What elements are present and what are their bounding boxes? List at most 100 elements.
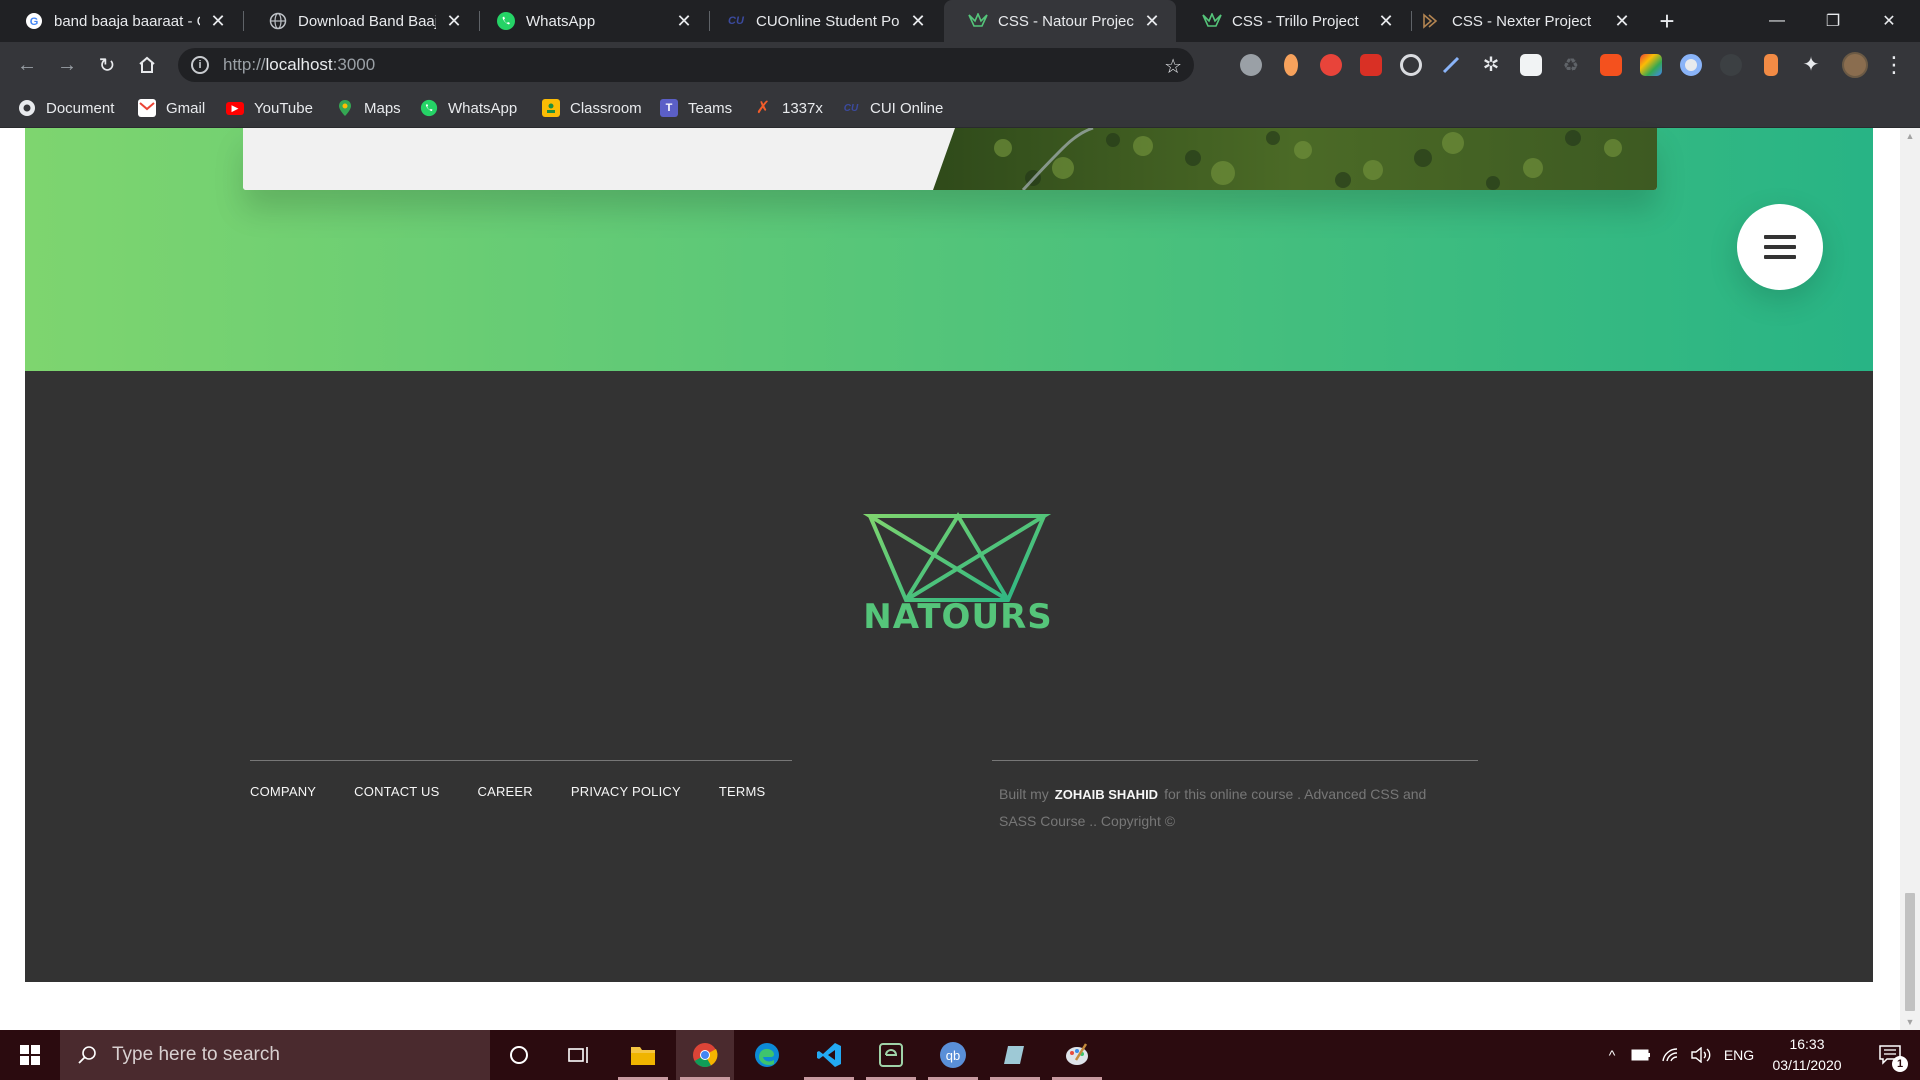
extension-icon[interactable] xyxy=(1520,54,1542,76)
language-label: ENG xyxy=(1723,1047,1755,1063)
tab-whatsapp[interactable]: WhatsApp ✕ xyxy=(472,0,708,42)
notes-button[interactable] xyxy=(986,1030,1044,1080)
recycle-icon[interactable]: ♻ xyxy=(1560,54,1582,76)
close-icon[interactable]: ✕ xyxy=(1142,11,1162,31)
scroll-up-icon[interactable]: ▲ xyxy=(1900,128,1920,144)
task-view-button[interactable] xyxy=(550,1030,608,1080)
puzzle-icon[interactable]: ✦ xyxy=(1800,54,1822,76)
address-bar[interactable]: i http://localhost:3000 ☆ xyxy=(178,48,1194,82)
tab-trillo-project[interactable]: CSS - Trillo Project ✕ xyxy=(1178,0,1410,42)
scrollbar-thumb[interactable] xyxy=(1905,893,1915,1011)
cu-icon: CU xyxy=(728,15,744,27)
bookmark-label: 1337x xyxy=(782,99,823,117)
close-window-button[interactable]: ✕ xyxy=(1862,0,1916,42)
url-port: :3000 xyxy=(332,55,376,74)
navigation-menu-button[interactable] xyxy=(1737,204,1823,290)
extension-icon[interactable] xyxy=(1360,54,1382,76)
page-scrollbar[interactable]: ▲ ▼ xyxy=(1900,128,1920,1030)
bookmark-label: WhatsApp xyxy=(448,99,518,117)
taskbar-search-box[interactable]: Type here to search xyxy=(60,1030,490,1080)
footer-link-terms[interactable]: Terms xyxy=(719,784,766,799)
search-icon xyxy=(76,1044,98,1066)
minimize-label: — xyxy=(1769,12,1785,29)
app-button[interactable] xyxy=(862,1030,920,1080)
bookmark-youtube[interactable]: ▶ YouTube xyxy=(226,96,313,120)
extension-icon[interactable] xyxy=(1400,54,1422,76)
tab-title: WhatsApp xyxy=(526,12,596,30)
extension-icon[interactable] xyxy=(1600,54,1622,76)
extension-icon[interactable] xyxy=(1764,54,1778,76)
close-icon[interactable]: ✕ xyxy=(1612,11,1632,31)
close-icon[interactable]: ✕ xyxy=(674,11,694,31)
feature-card xyxy=(243,128,1657,190)
tab-download-band-baaja[interactable]: Download Band Baaja ✕ xyxy=(244,0,478,42)
tab-natour-project[interactable]: CSS - Natour Project ✕ xyxy=(944,0,1176,42)
menu-dots-icon[interactable]: ⋮ xyxy=(1883,52,1905,78)
cortana-button[interactable] xyxy=(490,1030,548,1080)
bookmark-cui-online[interactable]: CU CUI Online xyxy=(842,96,944,120)
extension-icon[interactable] xyxy=(1240,54,1262,76)
bookmark-1337x[interactable]: ✗ 1337x xyxy=(754,96,823,120)
forward-button[interactable]: → xyxy=(52,50,82,80)
paint-button[interactable] xyxy=(1048,1030,1106,1080)
extension-icon[interactable] xyxy=(1640,54,1662,76)
bookmark-classroom[interactable]: Classroom xyxy=(542,96,642,120)
tab-title: CSS - Natour Project xyxy=(998,12,1134,30)
show-hidden-icons-button[interactable]: ^ xyxy=(1600,1030,1624,1080)
extension-icon[interactable] xyxy=(1680,54,1702,76)
star-icon[interactable]: ☆ xyxy=(1164,54,1182,79)
new-tab-button[interactable]: + xyxy=(1652,6,1682,36)
task-view-icon xyxy=(568,1047,588,1063)
battery-icon[interactable] xyxy=(1628,1030,1654,1080)
footer-link-privacy-policy[interactable]: Privacy policy xyxy=(571,784,681,799)
footer-link-career[interactable]: Career xyxy=(477,784,532,799)
bookmark-whatsapp[interactable]: WhatsApp xyxy=(420,96,517,120)
chevron-up-icon: ^ xyxy=(1608,1047,1616,1063)
close-icon[interactable]: ✕ xyxy=(1376,11,1396,31)
footer-link-company[interactable]: Company xyxy=(250,784,316,799)
home-button[interactable] xyxy=(132,50,162,80)
system-clock[interactable]: 16:33 03/11/2020 xyxy=(1752,1034,1862,1076)
tab-band-baaja-search[interactable]: G band baaja baaraat - G ✕ xyxy=(0,0,242,42)
start-button[interactable] xyxy=(0,1030,60,1080)
bookmark-gmail[interactable]: Gmail xyxy=(138,96,205,120)
footer-link-contact-us[interactable]: Contact us xyxy=(354,784,439,799)
bookmark-teams[interactable]: T Teams xyxy=(660,96,732,120)
back-button[interactable]: ← xyxy=(12,50,42,80)
extension-icon[interactable] xyxy=(1284,54,1298,76)
avatar[interactable] xyxy=(1842,52,1868,78)
maps-icon xyxy=(336,99,354,117)
extension-icon[interactable] xyxy=(1320,54,1342,76)
close-icon[interactable]: ✕ xyxy=(208,11,228,31)
edge-button[interactable] xyxy=(738,1030,796,1080)
vscode-button[interactable] xyxy=(800,1030,858,1080)
info-icon[interactable]: i xyxy=(191,56,209,74)
action-center-button[interactable]: 1 xyxy=(1866,1030,1914,1080)
extension-icon[interactable] xyxy=(1440,54,1462,76)
bookmark-label: Teams xyxy=(688,99,733,117)
extension-icon[interactable] xyxy=(1720,54,1742,76)
file-explorer-button[interactable] xyxy=(614,1030,672,1080)
paint-icon xyxy=(1066,1043,1088,1065)
page-viewport: NATOURS Company Contact us Career Privac… xyxy=(0,128,1920,1030)
forest-image xyxy=(243,128,1657,190)
minimize-button[interactable]: — xyxy=(1750,0,1804,42)
gear-icon[interactable]: ✲ xyxy=(1480,54,1502,76)
bookmark-document[interactable]: Document xyxy=(18,96,114,120)
author-link[interactable]: ZOHAIB SHAHID xyxy=(1055,787,1158,802)
clock-time: 16:33 xyxy=(1789,1036,1825,1052)
wifi-icon[interactable] xyxy=(1658,1030,1684,1080)
bookmark-maps[interactable]: Maps xyxy=(336,96,401,120)
reload-button[interactable]: ↻ xyxy=(92,50,122,80)
classroom-icon xyxy=(542,99,560,117)
scroll-down-icon[interactable]: ▼ xyxy=(1900,1014,1920,1030)
volume-icon[interactable] xyxy=(1688,1030,1716,1080)
tab-nexter-project[interactable]: CSS - Nexter Project ✕ xyxy=(1398,0,1646,42)
close-icon[interactable]: ✕ xyxy=(908,11,928,31)
restore-button[interactable]: ❐ xyxy=(1806,0,1860,42)
close-icon[interactable]: ✕ xyxy=(444,11,464,31)
footer-divider xyxy=(250,760,792,761)
chrome-taskbar-button[interactable] xyxy=(676,1030,734,1080)
qbittorrent-button[interactable]: qb xyxy=(924,1030,982,1080)
tab-cuonline[interactable]: CU CUOnline Student Port ✕ xyxy=(702,0,942,42)
